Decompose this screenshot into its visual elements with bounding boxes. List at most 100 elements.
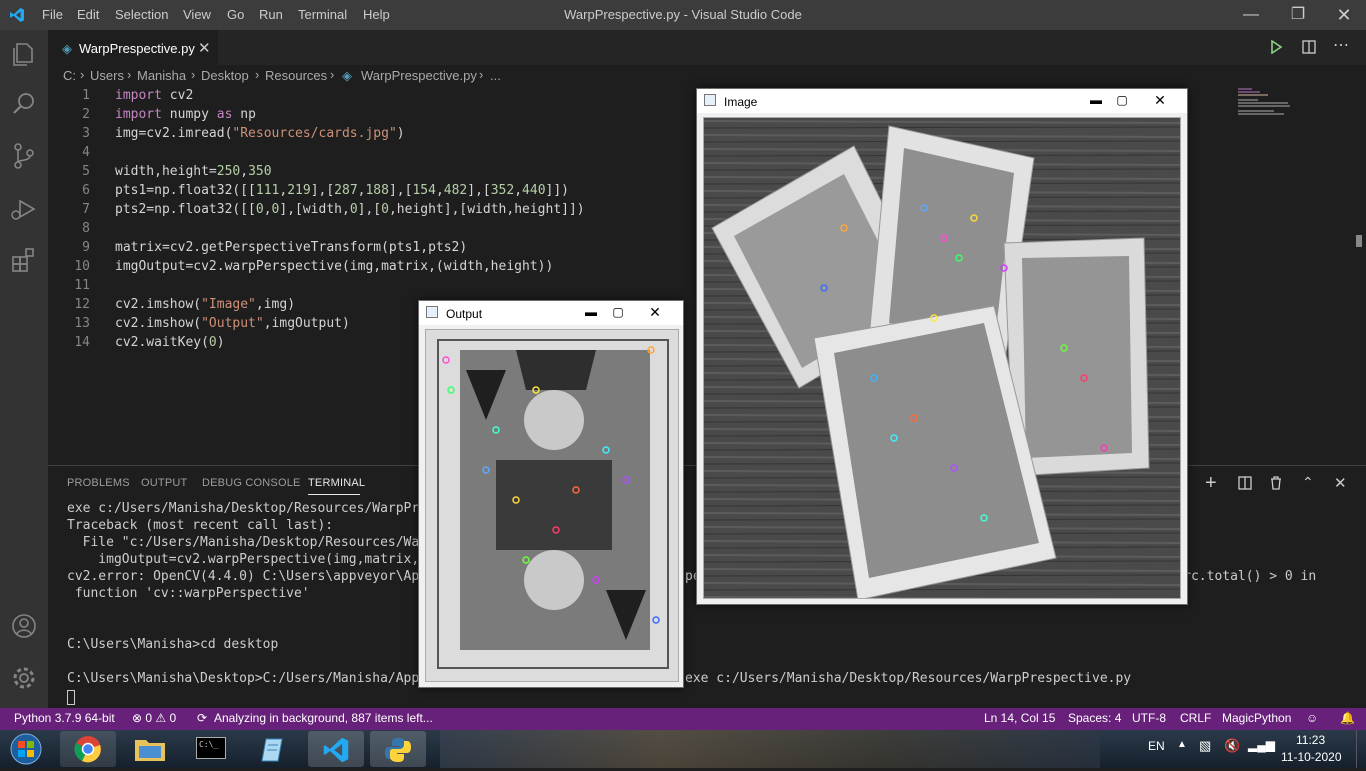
code-line[interactable]: pts2=np.float32([[0,0],[width,0],[0,heig… [115, 202, 585, 217]
tab-label: WarpPrespective.py [79, 41, 195, 56]
python-interpreter[interactable]: Python 3.7.9 64-bit [14, 711, 115, 725]
python-taskbar-button[interactable] [370, 731, 426, 767]
device-icon[interactable]: ▧ [1199, 738, 1211, 754]
line-number: 13 [74, 316, 90, 331]
cv-output-titlebar[interactable]: Output ▬ ▢ ✕ [419, 301, 683, 325]
breadcrumb-item[interactable]: Desktop [201, 68, 249, 83]
indentation[interactable]: Spaces: 4 [1068, 711, 1121, 725]
breadcrumb-item[interactable]: Users [90, 68, 124, 83]
clock-date[interactable]: 11-10-2020 [1281, 750, 1342, 764]
cv-image-titlebar[interactable]: Image ▬ ▢ ✕ [697, 89, 1187, 113]
breadcrumb-item[interactable]: WarpPrespective.py [361, 68, 477, 83]
breadcrumb-item[interactable]: C: [63, 68, 76, 83]
notepad-taskbar-button[interactable] [246, 731, 302, 767]
run-debug-icon[interactable] [8, 193, 40, 225]
menu-selection[interactable]: Selection [115, 7, 168, 22]
code-line[interactable]: import cv2 [115, 88, 193, 103]
cv-close-button[interactable]: ✕ [1145, 91, 1175, 109]
menu-help[interactable]: Help [363, 7, 390, 22]
breadcrumb-item[interactable]: Resources [265, 68, 327, 83]
feedback-icon[interactable]: ☺ [1306, 711, 1318, 725]
trash-icon[interactable] [1269, 475, 1283, 490]
search-icon[interactable] [8, 88, 40, 120]
settings-gear-icon[interactable] [8, 662, 40, 694]
notifications-bell-icon[interactable]: 🔔 [1340, 711, 1355, 725]
code-line[interactable]: pts1=np.float32([[111,219],[287,188],[15… [115, 183, 569, 198]
menu-go[interactable]: Go [227, 7, 244, 22]
language-mode[interactable]: MagicPython [1222, 711, 1291, 725]
python-icon [385, 738, 411, 762]
cv-minimize-button[interactable]: ▬ [576, 303, 606, 321]
close-button[interactable]: ✕ [1321, 0, 1366, 30]
scrollbar-thumb[interactable] [1356, 235, 1362, 247]
speaker-muted-icon[interactable]: 🔇 [1224, 738, 1240, 754]
code-line[interactable]: matrix=cv2.getPerspectiveTransform(pts1,… [115, 240, 467, 255]
line-number: 6 [82, 183, 90, 198]
split-terminal-icon[interactable] [1238, 476, 1252, 490]
tab-output[interactable]: OUTPUT [141, 477, 187, 489]
window-icon [426, 306, 438, 318]
minimap[interactable] [1238, 87, 1298, 117]
more-actions-icon[interactable]: ⋯ [1333, 35, 1349, 55]
close-panel-icon[interactable]: ✕ [1334, 474, 1347, 492]
vscode-taskbar-button[interactable] [308, 731, 364, 767]
end-of-line[interactable]: CRLF [1180, 711, 1211, 725]
run-python-file-icon[interactable] [1269, 40, 1283, 54]
problems-count[interactable]: ⊗ 0 ⚠ 0 [132, 711, 176, 725]
cv-maximize-button[interactable]: ▢ [603, 303, 633, 321]
terminal-line: C:\Users\Manisha\Desktop>C:/Users/Manish… [67, 671, 459, 686]
code-line[interactable]: cv2.waitKey(0) [115, 335, 225, 350]
tab-terminal[interactable]: TERMINAL [308, 477, 365, 489]
cv-maximize-button[interactable]: ▢ [1107, 91, 1137, 109]
input-language[interactable]: EN [1148, 739, 1165, 753]
menu-edit[interactable]: Edit [77, 7, 99, 22]
tab-warpprespective[interactable]: ◈ WarpPrespective.py ✕ [48, 30, 218, 65]
code-line[interactable]: img=cv2.imread("Resources/cards.jpg") [115, 126, 405, 141]
clock-time[interactable]: 11:23 [1296, 733, 1325, 747]
show-hidden-icons[interactable]: ▲ [1177, 739, 1187, 750]
cv-image-window[interactable]: Image ▬ ▢ ✕ [696, 88, 1188, 605]
window-title: WarpPrespective.py - Visual Studio Code [564, 7, 802, 22]
cv-image-canvas [703, 117, 1181, 599]
menu-terminal[interactable]: Terminal [298, 7, 347, 22]
show-desktop-button[interactable] [1356, 730, 1366, 768]
source-control-icon[interactable] [8, 140, 40, 172]
breadcrumb-item[interactable]: ... [490, 68, 501, 83]
cv-output-title: Output [446, 307, 483, 321]
breadcrumb-item[interactable]: Manisha [137, 68, 186, 83]
encoding[interactable]: UTF-8 [1132, 711, 1166, 725]
start-button[interactable] [4, 732, 48, 766]
network-icon[interactable]: ▂▄▆ [1248, 738, 1275, 752]
line-number: 10 [74, 259, 90, 274]
file-explorer-taskbar-button[interactable] [122, 731, 178, 767]
cv-output-window[interactable]: Output ▬ ▢ ✕ [418, 300, 684, 688]
cursor-position[interactable]: Ln 14, Col 15 [984, 711, 1055, 725]
extensions-icon[interactable] [8, 244, 40, 276]
menu-file[interactable]: File [42, 7, 63, 22]
chrome-taskbar-button[interactable] [60, 731, 116, 767]
minimize-button[interactable]: — [1228, 0, 1274, 30]
menu-view[interactable]: View [183, 7, 211, 22]
explorer-icon[interactable] [8, 38, 40, 70]
new-terminal-icon[interactable]: + [1205, 472, 1217, 495]
code-line[interactable]: import numpy as np [115, 107, 256, 122]
code-line[interactable]: cv2.imshow("Image",img) [115, 297, 295, 312]
account-icon[interactable] [8, 610, 40, 642]
code-line[interactable]: imgOutput=cv2.warpPerspective(img,matrix… [115, 259, 553, 274]
tab-problems[interactable]: PROBLEMS [67, 477, 130, 489]
line-number: 3 [82, 126, 90, 141]
tab-debug-console[interactable]: DEBUG CONSOLE [202, 477, 301, 489]
split-editor-icon[interactable] [1302, 40, 1316, 54]
menu-run[interactable]: Run [259, 7, 283, 22]
maximize-panel-icon[interactable]: ⌃ [1302, 474, 1314, 491]
cv-close-button[interactable]: ✕ [640, 303, 670, 321]
code-line[interactable]: width,height=250,350 [115, 164, 272, 179]
cv-image-title: Image [724, 95, 758, 109]
folder-icon [135, 740, 165, 761]
code-line[interactable]: cv2.imshow("Output",imgOutput) [115, 316, 350, 331]
restore-button[interactable]: ❐ [1275, 0, 1321, 30]
status-bar: Python 3.7.9 64-bit ⊗ 0 ⚠ 0 ⟳ Analyzing … [0, 708, 1366, 730]
cmd-taskbar-button[interactable]: C:\_ [184, 731, 240, 767]
terminal-line: Traceback (most recent call last): [67, 518, 334, 533]
tab-close-icon[interactable]: ✕ [198, 39, 211, 57]
